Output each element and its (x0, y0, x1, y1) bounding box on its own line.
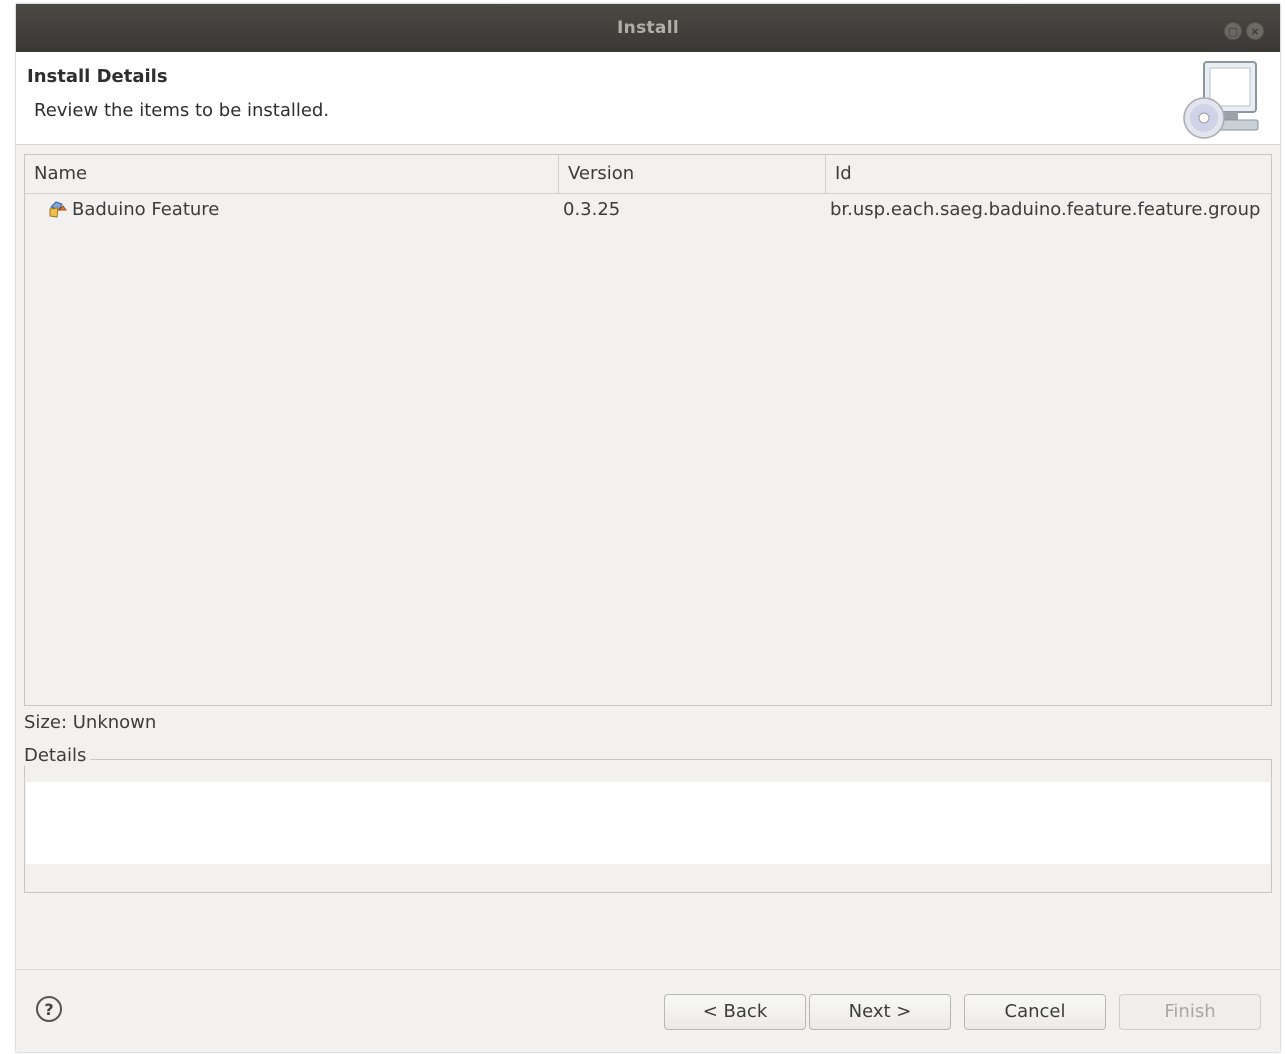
finish-button[interactable]: Finish (1119, 994, 1261, 1030)
cancel-button[interactable]: Cancel (964, 994, 1106, 1030)
details-label: Details (24, 745, 91, 766)
help-button[interactable]: ? (36, 996, 62, 1022)
feature-icon (49, 201, 67, 218)
window-title: Install (617, 18, 679, 38)
help-icon: ? (44, 999, 54, 1019)
table-header: Name Version Id (25, 155, 1271, 194)
title-bar[interactable]: Install ▢ × (16, 4, 1280, 52)
next-button[interactable]: Next > (809, 994, 951, 1030)
page-description: Review the items to be installed. (34, 100, 330, 121)
details-group (24, 759, 1272, 893)
column-header-id[interactable]: Id (825, 155, 1271, 193)
install-items-table[interactable]: Name Version Id Baduino Feature 0.3.25 b… (24, 154, 1272, 706)
page-title: Install Details (27, 66, 168, 87)
table-row[interactable]: Baduino Feature 0.3.25 br.usp.each.saeg.… (25, 193, 1271, 227)
cell-id: br.usp.each.saeg.baduino.feature.feature… (830, 199, 1261, 220)
close-button[interactable]: × (1246, 22, 1264, 40)
size-label: Size: Unknown (24, 712, 157, 733)
column-header-name[interactable]: Name (25, 155, 558, 193)
wizard-header: Install Details Review the items to be i… (16, 52, 1280, 145)
install-dialog: Install ▢ × Install Details Review the i… (16, 4, 1280, 1052)
column-header-version[interactable]: Version (558, 155, 825, 193)
install-computer-icon (1183, 61, 1259, 139)
maximize-icon: ▢ (1227, 24, 1239, 38)
maximize-button[interactable]: ▢ (1224, 22, 1242, 40)
back-button[interactable]: < Back (664, 994, 806, 1030)
details-text-area[interactable] (26, 782, 1270, 864)
cell-version: 0.3.25 (563, 199, 621, 220)
close-icon: × (1250, 24, 1260, 38)
feature-name: Baduino Feature (72, 199, 220, 220)
footer-divider (16, 969, 1280, 970)
cell-name: Baduino Feature (47, 193, 219, 227)
